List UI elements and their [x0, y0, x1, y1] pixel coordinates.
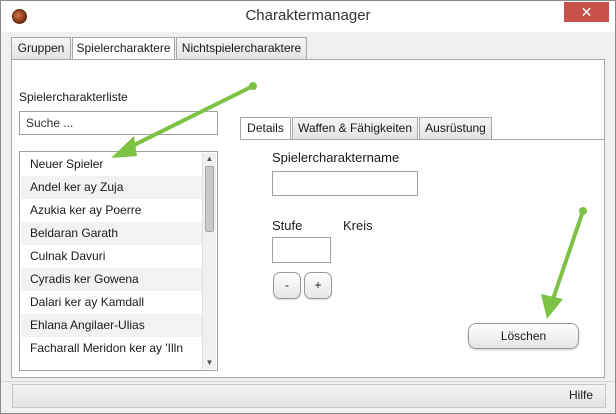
status-bar-strip	[12, 384, 606, 408]
scroll-up-icon[interactable]: ▲	[203, 153, 216, 165]
list-item[interactable]: Azukia ker ay Poerre	[21, 199, 202, 222]
circle-label: Kreis	[343, 218, 373, 233]
inner-tab-divider	[240, 139, 604, 140]
tab-nichtspielercharaktere[interactable]: Nichtspielercharaktere	[176, 37, 307, 60]
list-item[interactable]: Cyradis ker Gowena	[21, 268, 202, 291]
list-item[interactable]: Andel ker ay Zuja	[21, 176, 202, 199]
help-link[interactable]: Hilfe	[569, 385, 593, 405]
character-name-label: Spielercharaktername	[272, 150, 400, 165]
tab-details[interactable]: Details	[240, 117, 291, 140]
list-item[interactable]: Facharall Meridon ker ay 'Illn	[21, 337, 202, 360]
list-item[interactable]: Culnak Davuri	[21, 245, 202, 268]
list-item[interactable]: Dalari ker ay Kamdall	[21, 291, 202, 314]
title-bar: Charaktermanager ✕	[1, 1, 615, 32]
character-list[interactable]: Neuer Spieler Andel ker ay Zuja Azukia k…	[19, 151, 218, 371]
list-scrollbar[interactable]: ▲ ▼	[202, 153, 216, 369]
window-title: Charaktermanager	[245, 7, 371, 24]
tab-waffen-faehigkeiten[interactable]: Waffen & Fähigkeiten	[292, 117, 418, 140]
main-window: Charaktermanager ✕ Gruppen Spielercharak…	[0, 0, 616, 414]
scroll-thumb[interactable]	[205, 166, 214, 232]
status-bar	[2, 381, 614, 413]
list-item[interactable]: Beldaran Garath	[21, 222, 202, 245]
tab-gruppen[interactable]: Gruppen	[11, 37, 71, 60]
character-name-input[interactable]	[272, 171, 418, 196]
tab-ausruestung[interactable]: Ausrüstung	[419, 117, 492, 140]
increment-button[interactable]: +	[304, 272, 332, 299]
scroll-down-icon[interactable]: ▼	[203, 357, 216, 369]
level-input[interactable]	[272, 237, 331, 263]
list-item[interactable]: Neuer Spieler	[21, 153, 202, 176]
character-list-label: Spielercharakterliste	[19, 90, 128, 104]
delete-button[interactable]: Löschen	[468, 323, 579, 349]
level-label: Stufe	[272, 218, 303, 233]
list-item[interactable]: Ehlana Angilaer-Ulias	[21, 314, 202, 337]
close-button[interactable]: ✕	[564, 2, 609, 22]
tab-spielercharaktere[interactable]: Spielercharaktere	[72, 37, 175, 61]
decrement-button[interactable]: -	[273, 272, 301, 299]
search-input[interactable]: Suche ...	[19, 111, 218, 135]
